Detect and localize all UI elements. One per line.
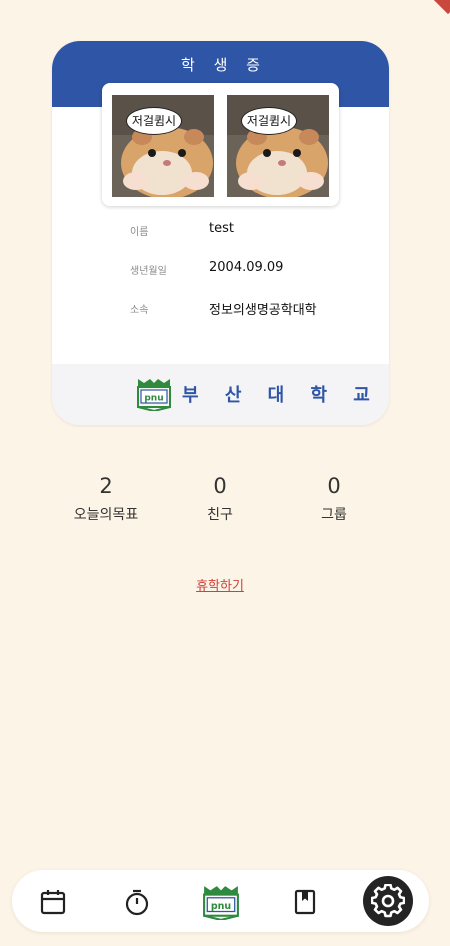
info-row-name: 이름 test: [130, 221, 370, 260]
info-label: 생년월일: [130, 266, 167, 277]
stat-label: 친구: [207, 507, 233, 523]
timer-icon: [125, 889, 149, 916]
nav-student-card[interactable]: pnu: [201, 885, 241, 920]
stats-row: 2 오늘의목표 0 친구 0 그룹: [48, 474, 392, 534]
nav-calendar[interactable]: [36, 885, 70, 919]
stat-value: 0: [327, 474, 341, 498]
stat-label: 그룹: [321, 507, 347, 523]
info-value: test: [209, 221, 234, 236]
stat-friends[interactable]: 0 친구: [165, 474, 275, 524]
university-logo-icon: pnu: [137, 379, 171, 411]
stat-value: 0: [213, 474, 227, 498]
info-row-affiliation: 소속 정보의생명공학대학: [130, 299, 370, 338]
student-id-card: 학 생 증 저걸큄시 저걸큄시 이름 test 생년월일 2004.09.09 …: [52, 41, 389, 425]
info-value: 2004.09.09: [209, 260, 284, 275]
card-footer: pnu 부 산 대 학 교: [52, 364, 389, 425]
svg-text:pnu: pnu: [211, 901, 231, 912]
card-title: 학 생 증: [181, 56, 267, 74]
photo-frame: 저걸큄시 저걸큄시: [102, 83, 339, 206]
nav-timer[interactable]: [120, 885, 154, 919]
leave-of-absence-link[interactable]: 휴학하기: [0, 575, 440, 594]
nav-bookmark[interactable]: [288, 885, 322, 919]
speech-bubble: 저걸큄시: [126, 107, 182, 135]
student-info: 이름 test 생년월일 2004.09.09 소속 정보의생명공학대학: [130, 221, 370, 338]
info-row-birthdate: 생년월일 2004.09.09: [130, 260, 370, 299]
calendar-icon: [40, 890, 66, 915]
stat-label: 오늘의목표: [73, 507, 139, 523]
university-name: 부 산 대 학 교: [182, 385, 380, 406]
stat-today-goal[interactable]: 2 오늘의목표: [51, 474, 161, 524]
svg-text:pnu: pnu: [144, 394, 163, 404]
university-logo-icon: pnu: [203, 886, 239, 920]
stat-value: 2: [99, 474, 113, 498]
bottom-nav: pnu: [12, 870, 429, 932]
nav-settings[interactable]: [363, 876, 413, 926]
info-value: 정보의생명공학대학: [209, 303, 317, 318]
stat-groups[interactable]: 0 그룹: [279, 474, 389, 524]
info-label: 이름: [130, 227, 149, 238]
info-label: 소속: [130, 305, 149, 316]
student-photo-right: 저걸큄시: [227, 95, 329, 197]
gear-icon: [371, 884, 405, 918]
student-photo-left: 저걸큄시: [112, 95, 214, 197]
speech-bubble: 저걸큄시: [241, 107, 297, 135]
debug-banner-corner: [433, 0, 450, 15]
bookmark-book-icon: [294, 889, 316, 915]
